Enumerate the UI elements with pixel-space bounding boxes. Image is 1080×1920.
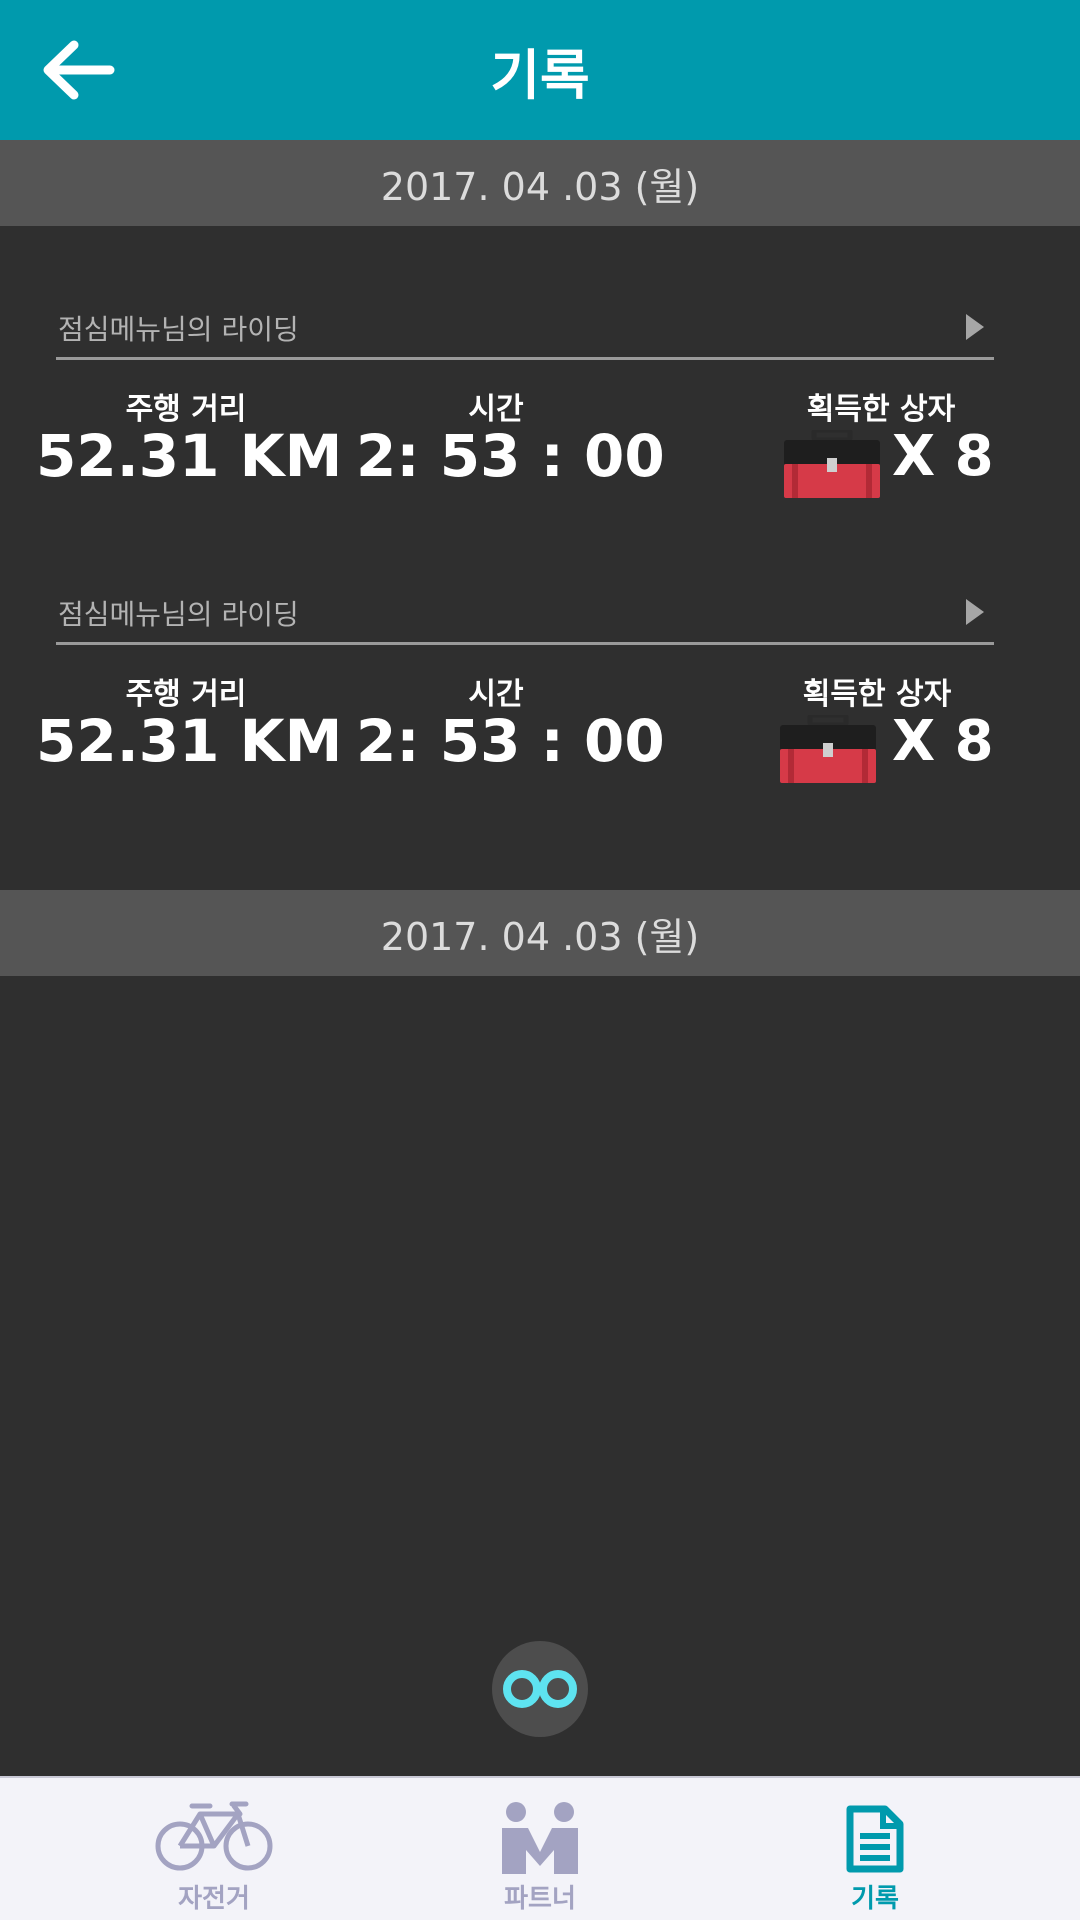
play-arrow-icon	[966, 314, 984, 340]
toolbox-icon	[780, 715, 876, 783]
boxes-label: 획득한 상자	[806, 392, 956, 427]
toolbox-icon	[784, 430, 880, 498]
nav-label-bicycle: 자전거	[178, 1884, 250, 1914]
nav-label-partner: 파트너	[504, 1884, 576, 1914]
date-header: 2017. 04 .03 (월)	[0, 890, 1080, 976]
nav-label-record: 기록	[851, 1884, 899, 1914]
time-value: 2: 53 : 00	[356, 422, 665, 490]
ride-name: 점심메뉴님의 라이딩	[58, 313, 299, 346]
record-document-icon	[846, 1805, 904, 1873]
play-arrow-icon	[966, 599, 984, 625]
page-title: 기록	[490, 43, 590, 107]
partner-icon	[502, 1802, 578, 1874]
bottom-navigation: 자전거 파트너 기록	[0, 1776, 1080, 1920]
ride-record-header[interactable]: 점심메뉴님의 라이딩	[56, 300, 994, 360]
boxes-count: X 8	[892, 709, 994, 774]
ride-name: 점심메뉴님의 라이딩	[58, 598, 299, 631]
bicycle-icon	[155, 1801, 273, 1871]
date-header: 2017. 04 .03 (월)	[0, 140, 1080, 226]
ride-record-card: 점심메뉴님의 라이딩 주행 거리 52.31 KM 시간 2: 53 : 00 …	[36, 585, 994, 805]
ride-record-header[interactable]: 점심메뉴님의 라이딩	[56, 585, 994, 645]
distance-value: 52.31 KM	[36, 707, 343, 775]
time-value: 2: 53 : 00	[356, 707, 665, 775]
app-bar: 기록	[0, 0, 1080, 140]
nav-item-record[interactable]: 기록	[775, 1778, 975, 1920]
boxes-label: 획득한 상자	[802, 677, 952, 712]
nav-item-bicycle[interactable]: 자전거	[114, 1778, 314, 1920]
infinity-button[interactable]	[492, 1641, 588, 1737]
ride-record-card: 점심메뉴님의 라이딩 주행 거리 52.31 KM 시간 2: 53 : 00 …	[36, 300, 994, 520]
infinity-icon	[503, 1670, 577, 1708]
boxes-count: X 8	[892, 424, 994, 489]
distance-value: 52.31 KM	[36, 422, 343, 490]
nav-item-partner[interactable]: 파트너	[440, 1778, 640, 1920]
